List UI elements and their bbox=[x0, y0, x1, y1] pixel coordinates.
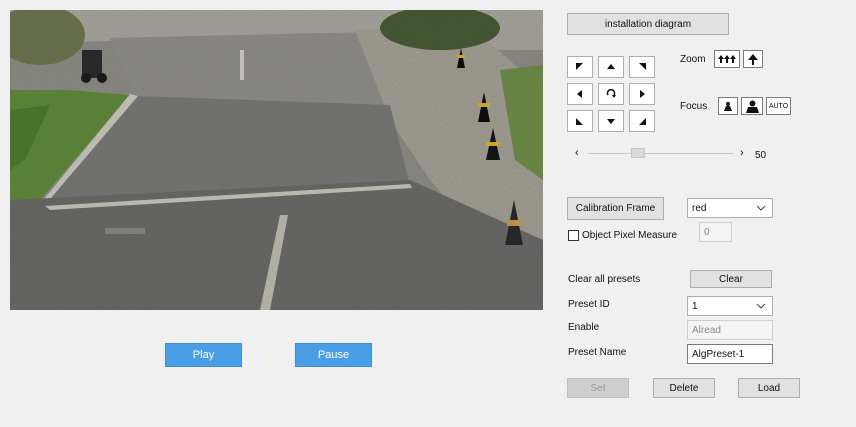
pixel-measure-field[interactable]: 0 bbox=[699, 222, 732, 242]
video-view[interactable] bbox=[10, 10, 543, 310]
pause-button[interactable]: Pause bbox=[295, 343, 372, 367]
chevron-down-icon bbox=[756, 205, 766, 211]
ptz-left-arrow-button[interactable] bbox=[567, 83, 593, 105]
rotate-icon bbox=[606, 89, 616, 98]
enable-label: Enable bbox=[568, 322, 600, 333]
down-arrow-icon bbox=[607, 119, 615, 124]
installation-diagram-button[interactable]: installation diagram bbox=[567, 13, 729, 35]
calibration-frame-button[interactable]: Calibration Frame bbox=[567, 197, 664, 220]
slider-thumb[interactable] bbox=[631, 148, 646, 158]
delete-preset-button[interactable]: Delete bbox=[653, 378, 715, 398]
frame-color-value: red bbox=[692, 202, 707, 214]
preset-id-label: Preset ID bbox=[568, 299, 610, 310]
load-preset-button[interactable]: Load bbox=[738, 378, 800, 398]
preset-id-value: 1 bbox=[692, 300, 698, 312]
ptz-down-left-arrow-button[interactable] bbox=[567, 110, 593, 132]
up-arrow-icon bbox=[607, 64, 615, 69]
zoom-out-icon bbox=[718, 55, 736, 63]
preset-name-label: Preset Name bbox=[568, 347, 627, 358]
focus-label: Focus bbox=[680, 101, 708, 112]
person-large-icon bbox=[745, 100, 759, 113]
up-left-arrow-icon bbox=[576, 63, 583, 70]
zoom-in-button[interactable] bbox=[743, 50, 763, 68]
set-preset-button[interactable]: Set bbox=[567, 378, 629, 398]
ptz-right-arrow-button[interactable] bbox=[629, 83, 655, 105]
slider-track[interactable] bbox=[588, 153, 733, 154]
up-right-arrow-icon bbox=[639, 63, 646, 70]
frame-color-select[interactable]: red bbox=[687, 198, 773, 218]
zoom-out-button[interactable] bbox=[714, 50, 740, 68]
focus-far-button[interactable] bbox=[741, 97, 763, 115]
ptz-rotate-button[interactable] bbox=[598, 83, 624, 105]
down-right-arrow-icon bbox=[639, 118, 646, 125]
left-arrow-icon bbox=[577, 90, 582, 98]
pixel-measure-checkbox[interactable] bbox=[568, 230, 579, 241]
clear-presets-button[interactable]: Clear bbox=[690, 270, 772, 288]
zoom-in-icon bbox=[748, 53, 758, 65]
camera-image bbox=[10, 10, 543, 310]
preset-id-select[interactable]: 1 bbox=[687, 296, 773, 316]
play-button[interactable]: Play bbox=[165, 343, 242, 367]
pixel-measure-label: Object Pixel Measure bbox=[582, 230, 678, 241]
ptz-down-right-arrow-button[interactable] bbox=[629, 110, 655, 132]
chevron-down-icon bbox=[756, 303, 766, 309]
ptz-up-arrow-button[interactable] bbox=[598, 56, 624, 78]
clear-all-presets-label: Clear all presets bbox=[568, 274, 641, 285]
person-small-icon bbox=[724, 102, 732, 111]
preset-name-field[interactable]: AlgPreset-1 bbox=[687, 344, 773, 364]
right-arrow-icon bbox=[640, 90, 645, 98]
slider-right-arrow-icon[interactable]: › bbox=[740, 147, 744, 159]
slider-left-arrow-icon[interactable]: ‹ bbox=[575, 147, 579, 159]
down-left-arrow-icon bbox=[576, 118, 583, 125]
focus-auto-button[interactable]: AUTO bbox=[766, 97, 791, 115]
ptz-up-left-arrow-button[interactable] bbox=[567, 56, 593, 78]
ptz-down-arrow-button[interactable] bbox=[598, 110, 624, 132]
focus-near-button[interactable] bbox=[718, 97, 738, 115]
enable-field: Alread bbox=[687, 320, 773, 340]
ptz-up-right-arrow-button[interactable] bbox=[629, 56, 655, 78]
slider-value: 50 bbox=[755, 150, 767, 161]
zoom-label: Zoom bbox=[680, 54, 706, 65]
